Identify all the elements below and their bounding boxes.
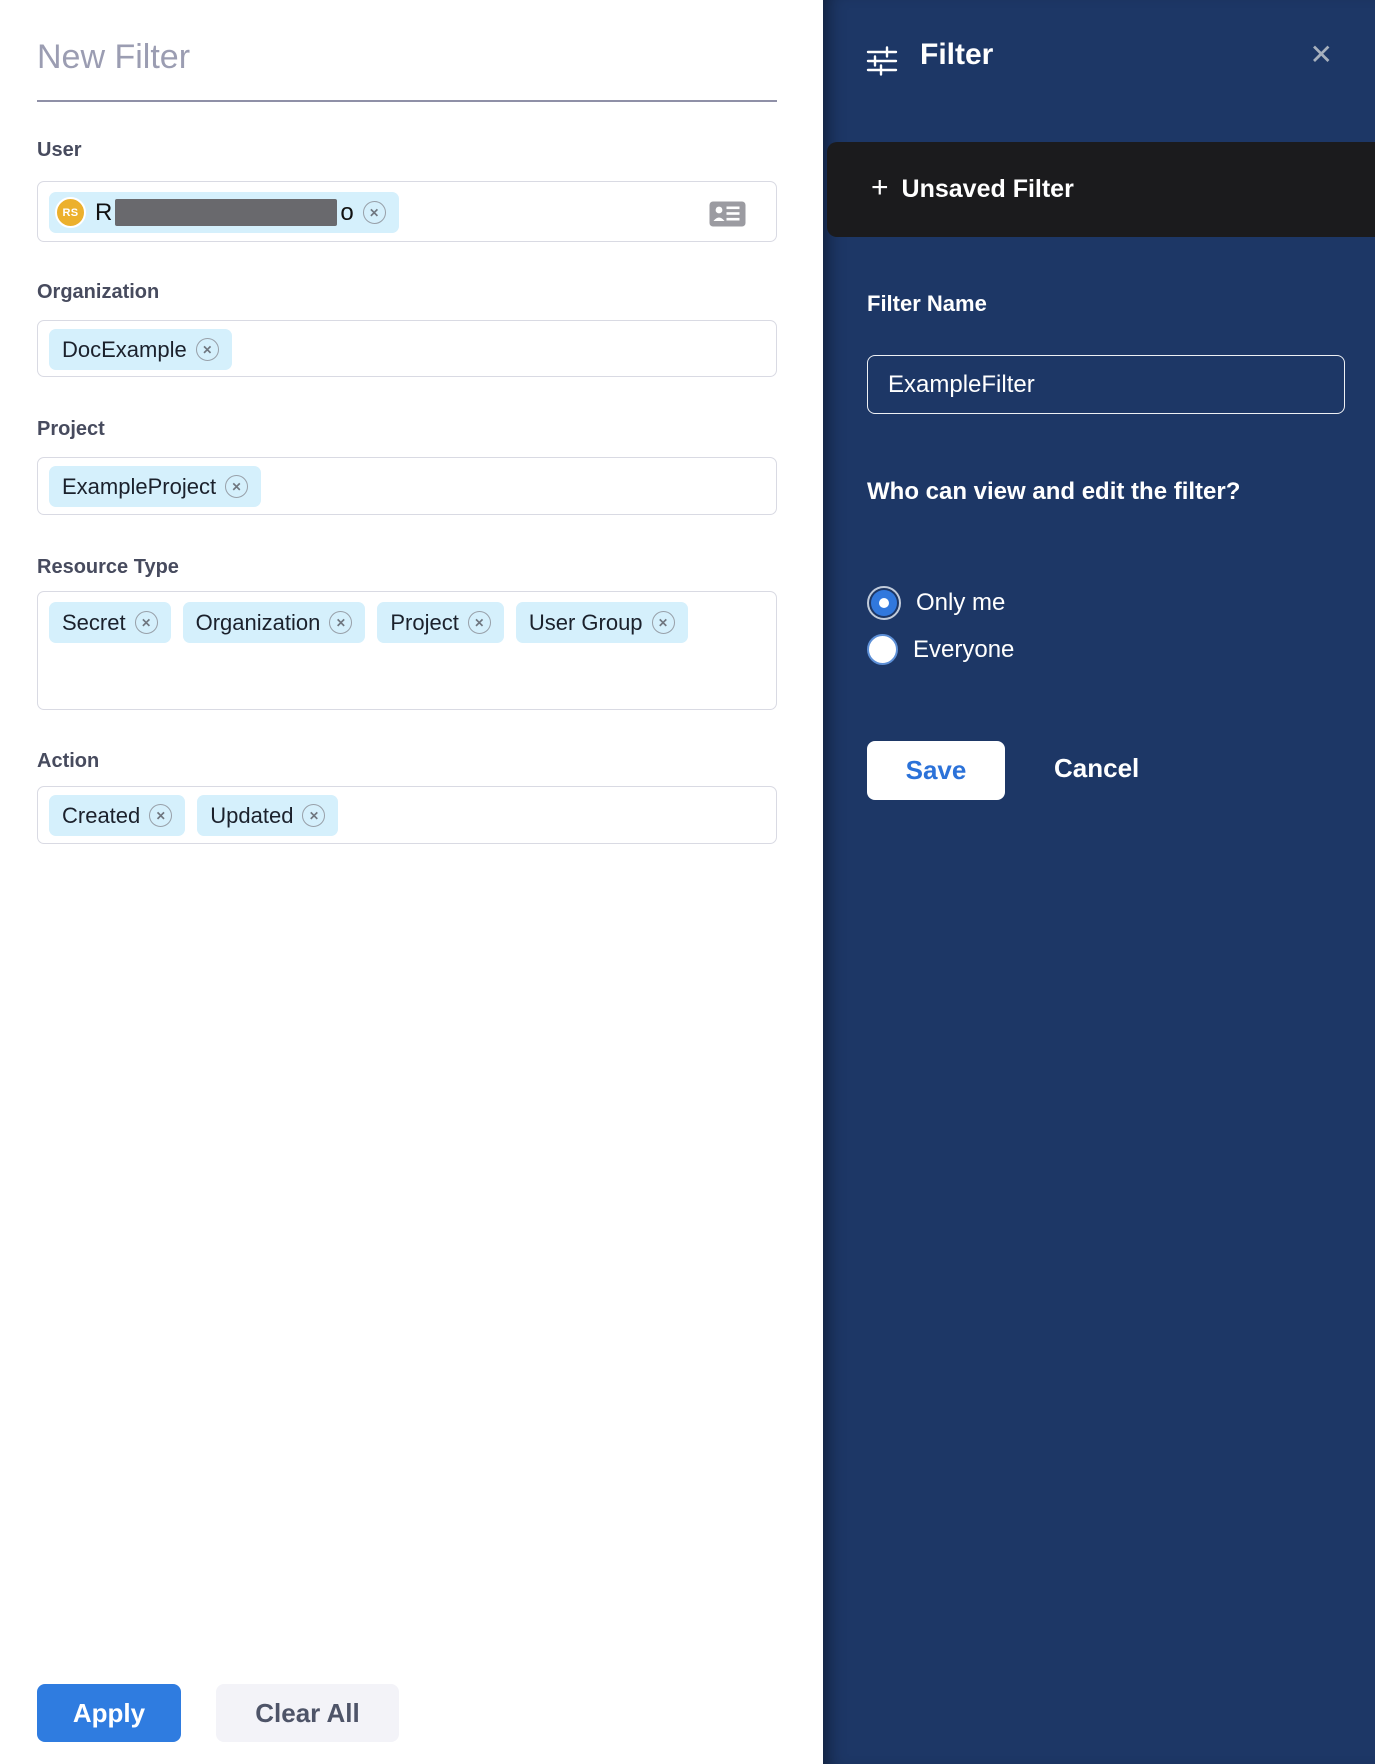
tag-label: ExampleProject — [62, 474, 216, 500]
field-label-action: Action — [37, 750, 99, 773]
tag-label: DocExample — [62, 337, 187, 363]
apply-button[interactable]: Apply — [37, 1684, 181, 1742]
page-title: New Filter — [37, 38, 190, 77]
field-label-project: Project — [37, 418, 105, 441]
remove-tag-icon[interactable]: ✕ — [225, 475, 248, 498]
drawer-title: Filter — [920, 38, 993, 72]
remove-tag-icon[interactable]: ✕ — [329, 611, 352, 634]
remove-tag-icon[interactable]: ✕ — [652, 611, 675, 634]
radio-label-only-me: Only me — [916, 589, 1005, 617]
user-avatar: RS — [55, 197, 86, 228]
new-filter-panel: New Filter User RS R o ✕ — [0, 0, 823, 1764]
user-name-prefix: R — [95, 199, 112, 227]
user-name-suffix: o — [340, 199, 353, 227]
field-label-resource-type: Resource Type — [37, 556, 179, 579]
filter-tag: Organization ✕ — [183, 602, 366, 643]
action-input[interactable]: Created ✕ Updated ✕ — [37, 786, 777, 844]
redacted-name-bar — [115, 199, 337, 226]
filter-tag: DocExample ✕ — [49, 329, 232, 370]
filter-name-label: Filter Name — [867, 291, 987, 317]
remove-tag-icon[interactable]: ✕ — [363, 201, 386, 224]
field-label-organization: Organization — [37, 281, 159, 304]
radio-selected-icon[interactable] — [867, 586, 901, 620]
filter-tag: Project ✕ — [377, 602, 503, 643]
project-input[interactable]: ExampleProject ✕ — [37, 457, 777, 515]
filter-name-input[interactable] — [867, 355, 1345, 414]
filter-tag: Secret ✕ — [49, 602, 171, 643]
filter-sliders-icon — [866, 43, 898, 79]
organization-input[interactable]: DocExample ✕ — [37, 320, 777, 377]
radio-label-everyone: Everyone — [913, 636, 1014, 664]
unsaved-filter-label: Unsaved Filter — [902, 175, 1074, 204]
contact-card-icon[interactable] — [709, 201, 746, 227]
unsaved-filter-item[interactable]: + Unsaved Filter — [827, 142, 1375, 237]
filter-tag: Created ✕ — [49, 795, 185, 836]
tag-label: Secret — [62, 610, 126, 636]
remove-tag-icon[interactable]: ✕ — [302, 804, 325, 827]
tag-label: Organization — [196, 610, 321, 636]
field-label-user: User — [37, 139, 81, 162]
remove-tag-icon[interactable]: ✕ — [468, 611, 491, 634]
clear-all-button[interactable]: Clear All — [216, 1684, 399, 1742]
save-button[interactable]: Save — [867, 741, 1005, 800]
radio-option-everyone[interactable]: Everyone — [867, 634, 1014, 665]
user-tag: RS R o ✕ — [49, 192, 399, 233]
tag-label: Created — [62, 803, 140, 829]
filter-tag: ExampleProject ✕ — [49, 466, 261, 507]
filter-tag: Updated ✕ — [197, 795, 338, 836]
plus-icon: + — [871, 173, 889, 203]
title-divider — [37, 100, 777, 102]
remove-tag-icon[interactable]: ✕ — [135, 611, 158, 634]
tag-label: User Group — [529, 610, 643, 636]
close-icon[interactable]: ✕ — [1310, 38, 1333, 71]
resource-type-input[interactable]: Secret ✕ Organization ✕ Project ✕ User Group ✕ — [37, 591, 777, 710]
visibility-question: Who can view and edit the filter? — [867, 478, 1240, 506]
user-input[interactable]: RS R o ✕ — [37, 181, 777, 242]
cancel-button[interactable]: Cancel — [1048, 752, 1145, 785]
tag-label: Updated — [210, 803, 293, 829]
filter-screen: New Filter User RS R o ✕ — [0, 0, 1375, 1764]
radio-option-only-me[interactable]: Only me — [867, 586, 1005, 620]
filter-drawer: Filter ✕ + Unsaved Filter Filter Name Wh… — [823, 0, 1375, 1764]
user-name: R o — [95, 199, 354, 227]
filter-tag: User Group ✕ — [516, 602, 688, 643]
footer-actions: Apply Clear All — [37, 1684, 399, 1742]
remove-tag-icon[interactable]: ✕ — [196, 338, 219, 361]
remove-tag-icon[interactable]: ✕ — [149, 804, 172, 827]
radio-unselected-icon[interactable] — [867, 634, 898, 665]
tag-label: Project — [390, 610, 458, 636]
